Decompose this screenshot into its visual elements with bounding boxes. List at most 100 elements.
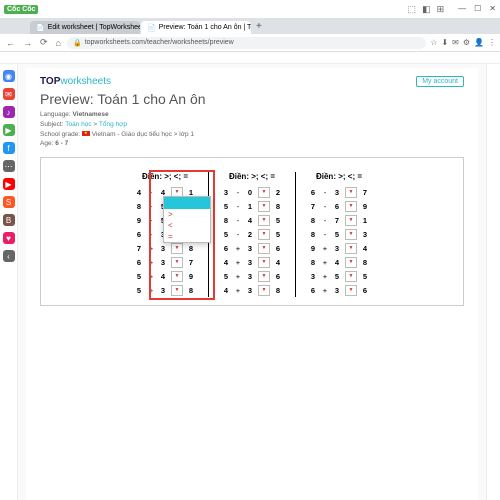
url-input[interactable]: 🔒 topworksheets.com/teacher/worksheets/p… xyxy=(67,37,426,49)
new-tab-button[interactable]: + xyxy=(252,19,266,34)
toolbar-icon[interactable]: ✉ xyxy=(452,38,459,47)
answer-dropdown[interactable] xyxy=(345,243,357,254)
sidebar-app-icon[interactable]: ▶ xyxy=(3,124,15,136)
browser-logo: Cốc Cốc xyxy=(4,5,38,14)
tab-title: Edit worksheet | TopWorksheets xyxy=(48,24,140,31)
dropdown-option[interactable]: > xyxy=(164,209,210,220)
address-bar: ← → ⟳ ⌂ 🔒 topworksheets.com/teacher/work… xyxy=(0,34,500,52)
page-title: Preview: Toán 1 cho An ôn xyxy=(40,91,464,107)
home-button[interactable]: ⌂ xyxy=(54,38,63,48)
equation-row: 4+34 xyxy=(221,255,283,269)
answer-dropdown[interactable] xyxy=(345,201,357,212)
equation-row: 4+38 xyxy=(221,283,283,297)
equation-row: 6-37 xyxy=(308,185,370,199)
sidebar-app-icon[interactable]: B xyxy=(3,214,15,226)
answer-dropdown[interactable] xyxy=(258,257,270,268)
column-header: Điền: >; <; = xyxy=(221,172,283,181)
equation-row: 3+55 xyxy=(308,269,370,283)
answer-dropdown[interactable] xyxy=(345,187,357,198)
answer-dropdown[interactable] xyxy=(171,257,183,268)
reload-button[interactable]: ⟳ xyxy=(38,37,50,48)
equation-row: 5+49 xyxy=(134,269,196,283)
tab-favicon: 📄 xyxy=(36,24,45,32)
sidebar-app-icon[interactable]: ▶ xyxy=(3,178,15,190)
equation-row: 5-25 xyxy=(221,227,283,241)
sidebar-app-icon[interactable]: f xyxy=(3,142,15,154)
sidebar-app-icon[interactable]: ✉ xyxy=(3,88,15,100)
toolbar-icon[interactable]: ⚙ xyxy=(463,38,470,47)
worksheet-preview: Điền: >; <; =4-418-559-526-367+386+375+4… xyxy=(40,157,464,306)
equation-row: 8+48 xyxy=(308,255,370,269)
answer-dropdown[interactable] xyxy=(171,285,183,296)
equation-row: 6+36 xyxy=(308,283,370,297)
equation-row: 8-71 xyxy=(308,213,370,227)
titlebar-icon[interactable]: ◧ xyxy=(422,4,431,15)
flag-icon xyxy=(82,131,90,136)
toolbar-icon[interactable]: ⋮ xyxy=(488,38,496,47)
answer-dropdown[interactable] xyxy=(258,285,270,296)
dropdown-option[interactable]: < xyxy=(164,220,210,231)
dropdown-selected[interactable] xyxy=(164,197,210,209)
tab-bar: 📄 Edit worksheet | TopWorksheets × 📄 Pre… xyxy=(0,18,500,34)
site-logo[interactable]: TOPworksheets xyxy=(40,76,464,87)
titlebar-icon[interactable]: ⬚ xyxy=(408,4,417,15)
minimize-button[interactable]: — xyxy=(458,4,466,15)
equation-row: 6+37 xyxy=(134,255,196,269)
toolbar-icon[interactable]: ☆ xyxy=(430,38,437,47)
my-account-button[interactable]: My account xyxy=(416,76,464,87)
answer-dropdown[interactable] xyxy=(258,201,270,212)
bookmarks-bar xyxy=(0,52,500,64)
worksheet-meta: Language: Vietnamese Subject: Toán học >… xyxy=(40,110,464,149)
answer-dropdown[interactable] xyxy=(258,187,270,198)
os-titlebar: Cốc Cốc ⬚ ◧ ⊞ — ☐ ✕ xyxy=(0,0,500,18)
equation-row: 5+36 xyxy=(221,269,283,283)
answer-dropdown[interactable] xyxy=(171,243,183,254)
equation-row: 8-45 xyxy=(221,213,283,227)
dropdown-popup[interactable]: > < = xyxy=(163,196,211,243)
browser-tab[interactable]: 📄 Edit worksheet | TopWorksheets × xyxy=(30,21,140,34)
answer-dropdown[interactable] xyxy=(345,271,357,282)
sidebar-app-icon[interactable]: ♥ xyxy=(3,232,15,244)
answer-dropdown[interactable] xyxy=(258,215,270,226)
sidebar-app-icon[interactable]: S xyxy=(3,196,15,208)
answer-dropdown[interactable] xyxy=(345,257,357,268)
lock-icon: 🔒 xyxy=(73,39,82,47)
maximize-button[interactable]: ☐ xyxy=(474,4,481,15)
equation-row: 8-53 xyxy=(308,227,370,241)
answer-dropdown[interactable] xyxy=(345,215,357,226)
titlebar-icon[interactable]: ⊞ xyxy=(437,4,445,15)
equation-row: 5-18 xyxy=(221,199,283,213)
page-content: My account TOPworksheets Preview: Toán 1… xyxy=(18,64,486,500)
sidebar-app-icon[interactable]: ‹ xyxy=(3,250,15,262)
toolbar-icon[interactable]: 👤 xyxy=(474,38,484,47)
answer-dropdown[interactable] xyxy=(345,285,357,296)
dropdown-option[interactable]: = xyxy=(164,231,210,242)
browser-sidebar: ◉ ✉ ♪ ▶ f ⋯ ▶ SB ♥ ‹ xyxy=(0,64,18,500)
column-header: Điền: >; <; = xyxy=(134,172,196,181)
browser-tab-active[interactable]: 📄 Preview: Toán 1 cho An ôn | TopW × xyxy=(141,21,251,34)
answer-dropdown[interactable] xyxy=(258,229,270,240)
equation-row: 3-02 xyxy=(221,185,283,199)
forward-button[interactable]: → xyxy=(21,38,34,48)
column-header: Điền: >; <; = xyxy=(308,172,370,181)
url-text: topworksheets.com/teacher/worksheets/pre… xyxy=(85,39,234,46)
toolbar-icon[interactable]: ⬇ xyxy=(441,38,448,47)
back-button[interactable]: ← xyxy=(4,38,17,48)
subject-link[interactable]: Toán học xyxy=(65,121,91,128)
sidebar-app-icon[interactable]: ⋯ xyxy=(3,160,15,172)
tab-title: Preview: Toán 1 cho An ôn | TopW xyxy=(159,24,251,31)
subject-link[interactable]: Tổng hợp xyxy=(99,121,127,128)
sidebar-app-icon[interactable]: ◉ xyxy=(3,70,15,82)
tab-favicon: 📄 xyxy=(147,24,156,32)
answer-dropdown[interactable] xyxy=(258,271,270,282)
close-window-button[interactable]: ✕ xyxy=(489,4,496,15)
equation-row: 9+34 xyxy=(308,241,370,255)
equation-row: 7-69 xyxy=(308,199,370,213)
answer-dropdown[interactable] xyxy=(345,229,357,240)
equation-row: 7+38 xyxy=(134,241,196,255)
answer-dropdown[interactable] xyxy=(258,243,270,254)
equation-row: 6+36 xyxy=(221,241,283,255)
browser-rightbar xyxy=(486,64,500,500)
sidebar-app-icon[interactable]: ♪ xyxy=(3,106,15,118)
answer-dropdown[interactable] xyxy=(171,271,183,282)
